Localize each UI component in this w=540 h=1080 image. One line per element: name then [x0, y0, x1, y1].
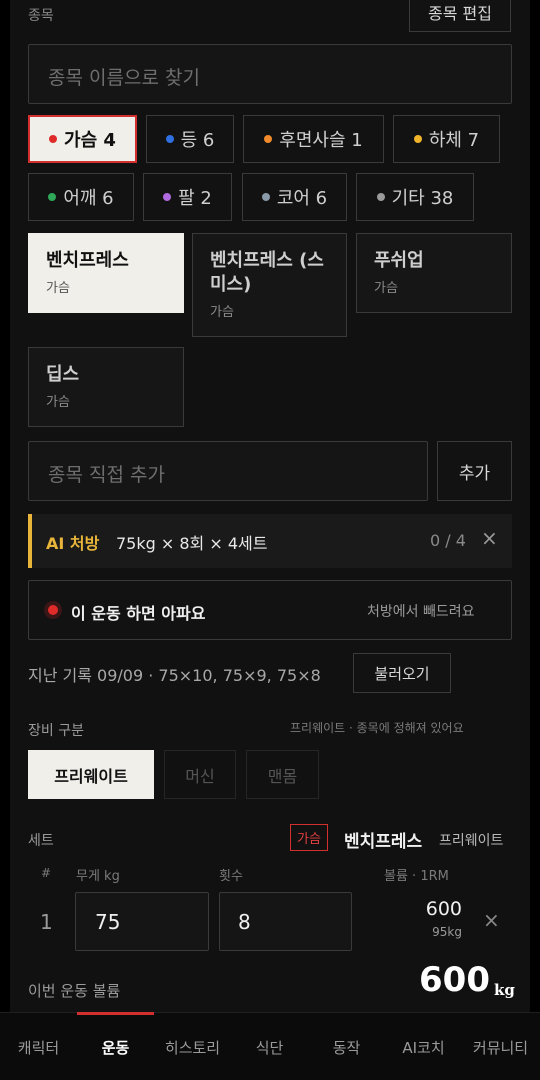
load-record-button[interactable]: 불러오기	[353, 653, 451, 693]
exercise-title: 벤치프레스	[46, 250, 129, 271]
total-volume-label: 이번 운동 볼륨	[28, 982, 121, 1000]
col-reps: 횟수	[219, 869, 243, 884]
equipment-option-bodyweight[interactable]: 맨몸	[246, 750, 319, 799]
category-dot-icon	[49, 135, 58, 143]
ai-prescription-badge: AI 처방	[46, 534, 100, 553]
exercise-title: 딥스	[46, 364, 80, 385]
category-tag: 가슴	[290, 824, 328, 851]
add-exercise-button[interactable]: 추가	[437, 441, 512, 501]
total-volume-value: 600	[419, 960, 490, 1000]
category-dot-icon	[261, 193, 270, 201]
ai-prescription-banner: AI 처방 75kg × 8회 × 4세트 0 / 4 ×	[28, 514, 512, 568]
close-icon[interactable]: ×	[481, 526, 498, 550]
exercise-category: 가슴	[46, 395, 70, 410]
set-one-rep-max: 95kg	[432, 925, 462, 939]
exercise-card-bench-press[interactable]: 벤치프레스 가슴	[28, 233, 184, 313]
alert-dot-icon	[44, 601, 62, 619]
category-dot-icon	[48, 193, 57, 201]
weight-input[interactable]: 75	[75, 892, 209, 951]
pain-report-button[interactable]: 이 운동 하면 아파요 처방에서 빼드려요	[28, 580, 512, 640]
last-record-text: 지난 기록 09/09 · 75×10, 75×9, 75×8	[28, 666, 321, 685]
category-chip-core[interactable]: 코어 6	[242, 173, 347, 221]
exercise-card-pushup[interactable]: 푸쉬업 가슴	[356, 233, 512, 313]
category-dot-icon	[165, 135, 174, 143]
category-chip-arm[interactable]: 팔 2	[143, 173, 232, 221]
sets-label: 세트	[28, 833, 54, 849]
category-dot-icon	[163, 193, 172, 201]
category-chip-shoulder[interactable]: 어깨 6	[28, 173, 134, 221]
category-dot-icon	[413, 135, 422, 143]
custom-exercise-input[interactable]: 종목 직접 추가	[28, 441, 428, 501]
section-label: 종목	[28, 8, 54, 24]
exercise-card-smith-bench[interactable]: 벤치프레스 (스미스) 가슴	[192, 233, 347, 337]
equipment-label: 장비 구분	[28, 723, 84, 739]
ai-prescription-text: 75kg × 8회 × 4세트	[116, 534, 268, 553]
nav-item-ai-coach[interactable]: AI코치	[385, 1013, 462, 1080]
pain-label: 이 운동 하면 아파요	[71, 604, 206, 623]
nav-item-workout[interactable]: 운동	[77, 1013, 154, 1080]
edit-exercises-button[interactable]: 종목 편집	[409, 0, 511, 32]
nav-item-diet[interactable]: 식단	[231, 1013, 308, 1080]
search-input[interactable]: 종목 이름으로 찾기	[28, 44, 512, 104]
current-equipment: 프리웨이트	[439, 833, 504, 849]
category-chip-other[interactable]: 기타 38	[356, 173, 474, 221]
pain-action: 처방에서 빼드려요	[367, 604, 475, 620]
set-number: 1	[40, 910, 53, 934]
current-exercise-name: 벤치프레스	[344, 832, 423, 852]
col-volume: 볼륨 · 1RM	[384, 869, 449, 884]
equipment-note: 프리웨이트 · 종목에 정해져 있어요	[290, 721, 464, 735]
nav-item-history[interactable]: 히스토리	[154, 1013, 231, 1080]
exercise-category: 가슴	[210, 305, 234, 320]
nav-item-character[interactable]: 캐릭터	[0, 1013, 77, 1080]
category-dot-icon	[376, 193, 385, 201]
category-chip-chest[interactable]: 가슴 4	[28, 115, 137, 163]
bottom-navigation: 캐릭터 운동 히스토리 식단 동작 AI코치 커뮤니티	[0, 1012, 540, 1080]
remove-set-icon[interactable]: ×	[483, 908, 500, 932]
exercise-category: 가슴	[46, 281, 70, 296]
reps-input[interactable]: 8	[219, 892, 352, 951]
nav-item-moves[interactable]: 동작	[308, 1013, 385, 1080]
exercise-category: 가슴	[374, 281, 398, 296]
weight-value: 75	[95, 910, 121, 934]
search-placeholder: 종목 이름으로 찾기	[48, 67, 200, 89]
col-weight: 무게 kg	[76, 869, 120, 884]
category-chip-legs[interactable]: 하체 7	[393, 115, 500, 163]
nav-item-community[interactable]: 커뮤니티	[462, 1013, 539, 1080]
ai-prescription-progress: 0 / 4	[430, 531, 466, 550]
equipment-option-freeweight[interactable]: 프리웨이트	[28, 750, 154, 799]
exercise-title: 벤치프레스 (스미스)	[210, 250, 324, 295]
category-chip-posterior[interactable]: 후면사슬 1	[243, 115, 384, 163]
custom-exercise-placeholder: 종목 직접 추가	[48, 464, 165, 486]
category-chip-back[interactable]: 등 6	[146, 115, 234, 163]
exercise-card-dips[interactable]: 딥스 가슴	[28, 347, 184, 427]
col-num: #	[41, 866, 52, 880]
category-dot-icon	[264, 135, 273, 143]
reps-value: 8	[238, 910, 251, 934]
equipment-option-machine[interactable]: 머신	[164, 750, 236, 799]
total-volume-unit: kg	[494, 981, 515, 999]
set-volume: 600	[425, 898, 462, 920]
exercise-title: 푸쉬업	[374, 250, 424, 271]
